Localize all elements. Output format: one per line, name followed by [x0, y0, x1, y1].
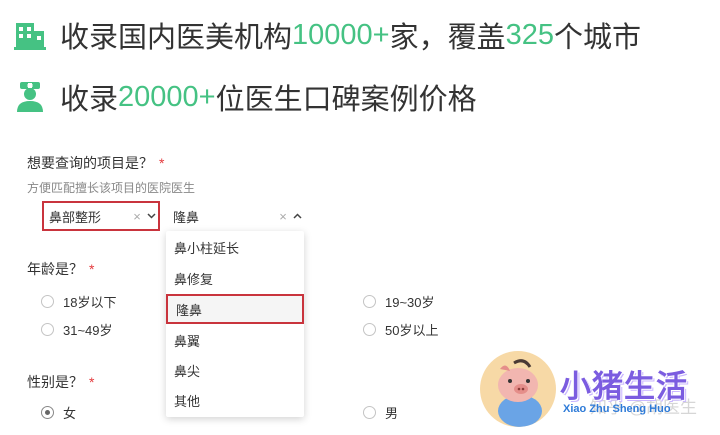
- age-option[interactable]: 31~49岁: [41, 320, 113, 339]
- option-label: 女: [63, 406, 77, 421]
- radio-button[interactable]: [363, 295, 376, 308]
- required-mark: *: [89, 374, 95, 390]
- radio-button[interactable]: [41, 323, 54, 336]
- project-category-select[interactable]: 鼻部整形 ×: [42, 201, 160, 231]
- city-count: 325: [505, 18, 554, 51]
- required-mark: *: [159, 155, 165, 171]
- headline-text-post: 位医生口碑案例价格: [215, 84, 477, 116]
- logo-title: 小猪生活: [560, 369, 688, 405]
- project-item-select[interactable]: 隆鼻 ×: [168, 201, 304, 231]
- question-gender-label: 性别是？ *: [27, 372, 94, 392]
- option-label: 18岁以下: [63, 295, 117, 310]
- headline-text-pre: 收录国内医美机构: [60, 22, 293, 54]
- clear-icon[interactable]: ×: [276, 209, 290, 224]
- radio-button[interactable]: [363, 323, 376, 336]
- question-text: 年龄是？: [27, 261, 83, 277]
- dropdown-option[interactable]: 鼻小柱延长: [166, 232, 304, 262]
- radio-button[interactable]: [41, 406, 54, 419]
- select-value: 隆鼻: [173, 209, 200, 225]
- option-label: 19~30岁: [385, 295, 435, 310]
- gender-option[interactable]: 男: [363, 403, 398, 422]
- dropdown-option-selected[interactable]: 隆鼻: [166, 294, 304, 324]
- chevron-up-icon[interactable]: [290, 211, 304, 222]
- chevron-down-icon[interactable]: [144, 211, 158, 222]
- headline-text-pre: 收录: [60, 84, 119, 116]
- headline-doctors: 收录 20000+ 位医生口碑案例价格: [14, 76, 477, 118]
- dropdown-option[interactable]: 鼻尖: [166, 355, 304, 385]
- project-dropdown-menu: 鼻小柱延长 鼻修复 隆鼻 鼻翼 鼻尖 其他: [166, 231, 304, 417]
- logo-subtitle: Xiao Zhu Sheng Huo: [563, 403, 671, 415]
- institution-count: 10000+: [292, 18, 390, 51]
- select-value: 鼻部整形: [49, 209, 102, 225]
- required-mark: *: [89, 261, 95, 277]
- question-text: 想要查询的项目是？: [27, 155, 153, 171]
- pig-mascot-logo: [480, 351, 556, 427]
- doctor-icon: [17, 82, 43, 112]
- clear-icon[interactable]: ×: [130, 209, 144, 224]
- building-icon: [14, 23, 46, 50]
- headline-text-post: 个城市: [554, 22, 642, 54]
- option-label: 50岁以上: [385, 323, 439, 338]
- dropdown-option[interactable]: 鼻修复: [166, 263, 304, 293]
- question-project-label: 想要查询的项目是？ *: [27, 153, 164, 173]
- question-project-hint: 方便匹配擅长该项目的医院医生: [27, 181, 196, 195]
- dropdown-option[interactable]: 鼻翼: [166, 325, 304, 355]
- headline-institutions: 收录国内医美机构 10000+ 家，覆盖 325 个城市: [14, 14, 641, 56]
- gender-option[interactable]: 女: [41, 403, 76, 422]
- question-age-label: 年龄是？ *: [27, 259, 94, 279]
- question-text: 性别是？: [27, 374, 83, 390]
- option-label: 31~49岁: [63, 323, 113, 338]
- age-option[interactable]: 18岁以下: [41, 292, 116, 311]
- age-option[interactable]: 19~30岁: [363, 292, 435, 311]
- doctor-count: 20000+: [118, 80, 216, 113]
- dropdown-option[interactable]: 其他: [166, 385, 304, 415]
- option-label: 男: [385, 406, 399, 421]
- age-option[interactable]: 50岁以上: [363, 320, 438, 339]
- headline-text-mid: 家，覆盖: [389, 22, 506, 54]
- radio-button[interactable]: [41, 295, 54, 308]
- radio-button[interactable]: [363, 406, 376, 419]
